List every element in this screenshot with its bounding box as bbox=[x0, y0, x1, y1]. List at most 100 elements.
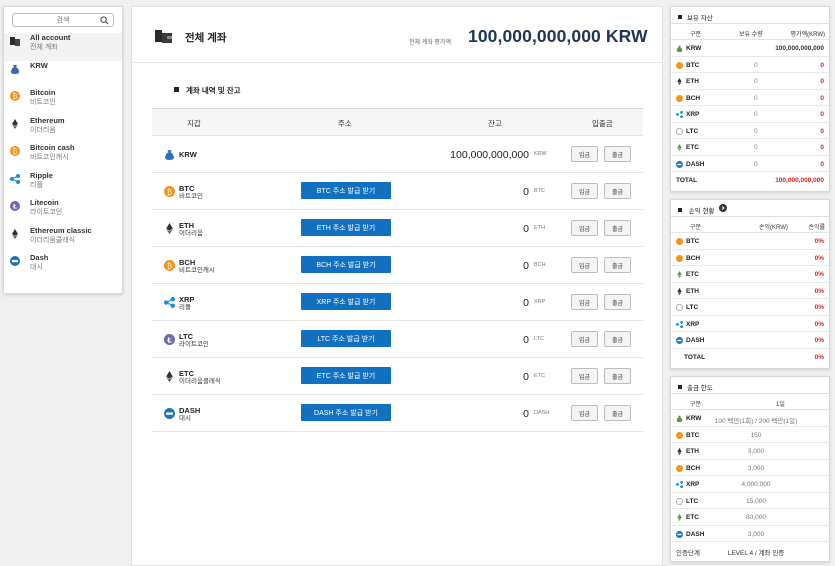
deposit-button[interactable]: 입금 bbox=[571, 331, 598, 347]
profit-row: ETH 0% bbox=[671, 283, 829, 299]
balance-unit: DASH bbox=[534, 410, 550, 416]
level-row: 인증단계 LEVEL 4 / 계좌 인증 bbox=[671, 542, 829, 559]
withdraw-button[interactable]: 출금 bbox=[604, 294, 631, 310]
bitcoin-cash-icon bbox=[676, 94, 683, 102]
sidebar-item-bitcoin-cash[interactable]: ₿ Bitcoin cash 비트코인캐시 bbox=[4, 143, 122, 171]
withdraw-button[interactable]: 출금 bbox=[604, 146, 631, 162]
search-input[interactable] bbox=[13, 14, 113, 26]
search-box bbox=[12, 13, 114, 27]
bitcoin-icon: ₿ bbox=[164, 186, 175, 197]
deposit-button[interactable]: 입금 bbox=[571, 294, 598, 310]
sidebar-item-label: Ethereum bbox=[30, 115, 65, 125]
withdraw-button[interactable]: 출금 bbox=[604, 183, 631, 199]
balance-unit: BCH bbox=[534, 262, 546, 268]
profit-rate: 0% bbox=[814, 287, 824, 295]
profit-rate: 0% bbox=[814, 254, 824, 262]
coin-korean-name: 이더리움 bbox=[179, 230, 203, 237]
limit-row: DASH 3,000 bbox=[671, 526, 829, 542]
bitcoin-cash-icon: ₿ bbox=[10, 146, 20, 156]
dash-icon bbox=[676, 160, 683, 168]
withdraw-button[interactable]: 출금 bbox=[604, 368, 631, 384]
coin-korean-name: 리플 bbox=[179, 304, 191, 311]
holding-value: 100,000,000,000 bbox=[775, 45, 824, 52]
profit-row: ETC 0% bbox=[671, 266, 829, 283]
wallet-icon bbox=[10, 37, 20, 46]
sidebar-item-ethereum[interactable]: Ethereum 이더리움 bbox=[4, 116, 122, 144]
info-icon[interactable] bbox=[719, 204, 727, 212]
panel-header: 구분 손익(KRW) 손익률 bbox=[671, 217, 829, 233]
profit-rate: 0% bbox=[814, 320, 824, 328]
ethereum-classic-icon bbox=[12, 228, 18, 239]
holding-qty: 0 bbox=[754, 94, 758, 102]
header-type: 구분 bbox=[690, 32, 702, 38]
sidebar-item-all-account[interactable]: All account 전체 계좌 bbox=[4, 33, 122, 61]
deposit-button[interactable]: 입금 bbox=[571, 146, 598, 162]
issue-address-button[interactable]: XRP 주소 발급 받기 bbox=[301, 293, 391, 310]
profit-rate: 0% bbox=[814, 304, 824, 311]
deposit-button[interactable]: 입금 bbox=[571, 368, 598, 384]
coin-name: DASH bbox=[179, 406, 201, 415]
balance-unit: ETC bbox=[534, 373, 545, 379]
holding-qty: 0 bbox=[754, 160, 758, 168]
withdraw-button[interactable]: 출금 bbox=[604, 257, 631, 273]
issue-address-button[interactable]: BCH 주소 발급 받기 bbox=[301, 256, 391, 273]
sidebar-item-bitcoin[interactable]: ₿ Bitcoin 비트코인 bbox=[4, 88, 122, 116]
deposit-button[interactable]: 입금 bbox=[571, 220, 598, 236]
sidebar-item-krw[interactable]: KRW bbox=[4, 61, 122, 89]
holding-row: XRP 0 0 bbox=[671, 106, 829, 123]
balance-unit: ETH bbox=[534, 225, 545, 231]
coin-name: BTC bbox=[179, 184, 195, 193]
sidebar-item-label: Bitcoin cash bbox=[30, 143, 75, 152]
bitcoin-cash-icon bbox=[676, 254, 683, 262]
sidebar-item-litecoin[interactable]: Ł Litecoin 라이트코인 bbox=[4, 198, 122, 226]
holding-value: 0 bbox=[820, 78, 824, 85]
sidebar-item-dash[interactable]: Dash 대시 bbox=[4, 253, 122, 281]
sidebar-item-label: Ripple bbox=[30, 170, 53, 180]
header-balance: 잔고 bbox=[488, 119, 502, 128]
balance-unit: BTC bbox=[534, 188, 545, 194]
total-value: 100,000,000,000 bbox=[775, 177, 824, 184]
deposit-button[interactable]: 입금 bbox=[571, 405, 598, 421]
table-row: ETC 이더리움클래식 ETC 주소 발급 받기 0 ETC 입금 출금 bbox=[152, 358, 643, 395]
coin-name: ETH bbox=[686, 78, 699, 85]
sidebar-item-label: Litecoin bbox=[30, 198, 59, 207]
holding-qty: 0 bbox=[754, 78, 758, 85]
deposit-button[interactable]: 입금 bbox=[571, 183, 598, 199]
coin-name: ETC bbox=[179, 369, 194, 378]
sidebar-item-ethereum-classic[interactable]: Ethereum classic 이더리움클래식 bbox=[4, 226, 122, 254]
issue-address-button[interactable]: LTC 주소 발급 받기 bbox=[301, 330, 391, 347]
coin-name: ETC bbox=[686, 144, 699, 151]
withdraw-button[interactable]: 출금 bbox=[604, 331, 631, 347]
profit-rate: 0% bbox=[814, 238, 824, 245]
deposit-button[interactable]: 입금 bbox=[571, 257, 598, 273]
ethereum-icon bbox=[12, 118, 18, 129]
holding-row: BCH 0 0 bbox=[671, 90, 829, 106]
coin-name: BTC bbox=[686, 238, 700, 245]
estimated-value-label: 전체 계좌 평가액 bbox=[409, 40, 451, 46]
bitcoin-cash-icon bbox=[676, 464, 683, 472]
issue-address-button[interactable]: ETH 주소 발급 받기 bbox=[301, 219, 391, 236]
section-title: 계좌 내역 및 잔고 bbox=[174, 85, 241, 96]
sidebar-item-sublabel: 라이트코인 bbox=[30, 209, 63, 216]
withdraw-button[interactable]: 출금 bbox=[604, 405, 631, 421]
ripple-icon bbox=[164, 297, 175, 308]
issue-address-button[interactable]: DASH 주소 발급 받기 bbox=[301, 404, 391, 421]
sidebar-item-ripple[interactable]: Ripple 리플 bbox=[4, 171, 122, 199]
search-icon[interactable] bbox=[100, 16, 109, 25]
panel-title: 출금 한도 bbox=[671, 377, 829, 394]
coin-name: ETH bbox=[686, 287, 699, 295]
holding-row: LTC 0 0 bbox=[671, 123, 829, 139]
profit-total-row: TOTAL 0% bbox=[671, 349, 829, 366]
issue-address-button[interactable]: BTC 주소 발급 받기 bbox=[301, 182, 391, 199]
holding-value: 0 bbox=[820, 144, 824, 151]
coin-name: KRW bbox=[686, 45, 702, 52]
withdraw-button[interactable]: 출금 bbox=[604, 220, 631, 236]
coin-name: XRP bbox=[179, 295, 195, 304]
litecoin-icon: Ł bbox=[10, 201, 20, 211]
ethereum-classic-icon bbox=[677, 144, 682, 151]
holding-qty: 0 bbox=[754, 111, 758, 118]
balance-value: 0 bbox=[523, 260, 529, 272]
profit-panel: 손익 현황 구분 손익(KRW) 손익률 BTC 0% BCH 0% ETC 0… bbox=[670, 199, 830, 369]
svg-text:₿: ₿ bbox=[167, 260, 172, 270]
issue-address-button[interactable]: ETC 주소 발급 받기 bbox=[301, 367, 391, 384]
